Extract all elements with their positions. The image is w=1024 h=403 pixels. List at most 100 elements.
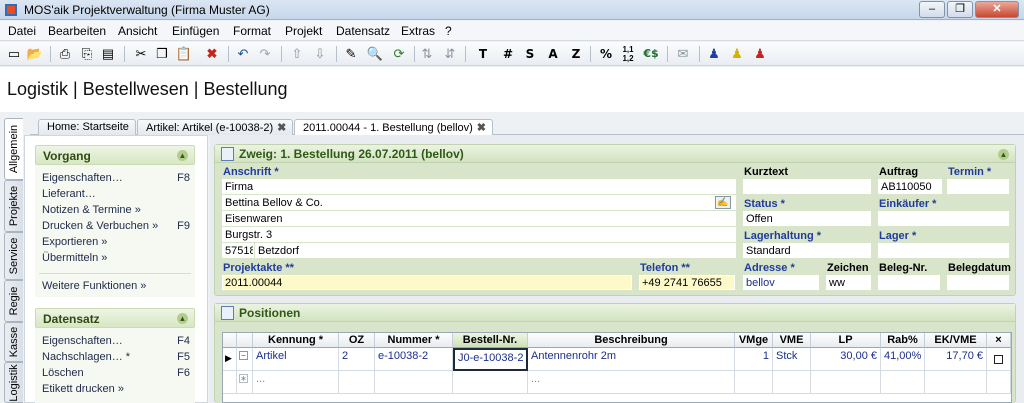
mail-icon[interactable]: ✉ [674,45,692,63]
paste-icon[interactable]: 📋 [175,45,193,63]
new-row-icon[interactable]: ∗ [237,371,253,394]
vtab-service[interactable]: Service [4,232,23,280]
einkaeufer-field[interactable] [878,211,1009,226]
anschrift-line-3[interactable]: Eisenwaren [222,211,736,226]
text-button[interactable]: T [474,45,492,63]
collapse-icon[interactable]: ▲ [998,149,1009,160]
arrow-up-icon[interactable]: ⇧ [288,45,306,63]
col-lp[interactable]: LP [811,333,881,348]
plz-field[interactable]: 57518 [222,243,254,258]
col-oz[interactable]: OZ [339,333,375,348]
vtab-allgemein[interactable]: Allgemein [4,118,23,180]
menu-extras[interactable]: Extras [401,24,435,38]
tab-bestellung[interactable]: 2011.00044 - 1. Bestellung (bellov) ✖ [294,119,494,136]
new-row-delete[interactable] [987,371,1011,394]
action-notizen[interactable]: Notizen & Termine » [42,204,141,216]
col-nummer[interactable]: Nummer * [375,333,453,348]
new-row-vme[interactable] [773,371,811,394]
vorgang-group-header[interactable]: Vorgang ▲ [35,145,195,165]
action-lieferant[interactable]: Lieferant… [42,188,96,200]
new-row-bestellnr[interactable] [453,371,528,394]
datensatz-group-header[interactable]: Datensatz ▲ [35,308,195,328]
row-pointer-icon[interactable]: ▶ [223,348,237,371]
refresh-icon[interactable]: ⟳ [390,45,408,63]
vtab-logistik[interactable]: Logistik [4,362,23,403]
z-button[interactable]: Z [567,45,585,63]
auftrag-field[interactable]: AB110050 [878,179,942,194]
action-eigenschaften[interactable]: Eigenschaften… [42,172,123,184]
new-row-beschreibung[interactable]: ... [528,371,735,394]
new-row-lp[interactable] [811,371,881,394]
zeichen-field[interactable]: ww [826,275,871,290]
arrow-down-icon[interactable]: ⇩ [311,45,329,63]
sum-button[interactable]: S [521,45,539,63]
cell-oz[interactable]: 2 [339,348,375,371]
collapse-icon[interactable]: ▲ [177,313,188,324]
new-document-icon[interactable]: ▭ [5,45,23,63]
action-uebermitteln[interactable]: Übermitteln » [42,252,107,264]
belegnr-field[interactable] [878,275,940,290]
vtab-projekte[interactable]: Projekte [4,180,23,232]
new-row-vmge[interactable] [735,371,773,394]
vtab-regie[interactable]: Regie [4,280,23,322]
print-preview-icon[interactable]: ⎘ [78,45,96,63]
tab-home[interactable]: Home: Startseite [38,119,136,135]
kurztext-field[interactable] [743,179,871,194]
a-button[interactable]: A [544,45,562,63]
telefon-field[interactable]: +49 2741 76655 [639,275,735,290]
close-button[interactable]: ✕ [975,1,1019,18]
decimals-icon[interactable]: 1,1 1,2 [619,45,637,63]
number-button[interactable]: # [499,45,517,63]
lager-field[interactable] [878,243,1009,258]
open-folder-icon[interactable]: 📂 [26,45,44,63]
print-icon[interactable]: ⎙ [56,45,74,63]
sort-za-icon[interactable]: ⇵ [441,45,459,63]
anschrift-line-2[interactable]: Bettina Bellov & Co. [222,195,736,210]
edit-pencil-icon[interactable]: ✎ [342,45,360,63]
action-exportieren[interactable]: Exportieren » [42,236,107,248]
anschrift-line-1[interactable]: Firma [222,179,736,194]
minimize-button[interactable]: – [919,1,945,18]
col-vme[interactable]: VME [773,333,811,348]
menu-einfuegen[interactable]: Einfügen [172,24,219,38]
cell-ek-vme[interactable]: 17,70 € [925,348,987,371]
col-ek-vme[interactable]: EK/VME [925,333,987,348]
cut-icon[interactable]: ✂ [132,45,150,63]
menu-datensatz[interactable]: Datensatz [336,24,390,38]
find-icon[interactable]: 🔍 [366,45,384,63]
user-blue-icon[interactable]: ♟ [705,45,723,63]
new-row-rabatt[interactable] [881,371,925,394]
cell-vmge[interactable]: 1 [735,348,773,371]
adresse-field[interactable]: bellov [743,275,819,290]
col-bestellnr[interactable]: Bestell-Nr. [453,333,528,348]
tab-artikel[interactable]: Artikel: Artikel (e-10038-2) ✖ [137,119,294,135]
col-rabatt[interactable]: Rab% [881,333,925,348]
menu-bearbeiten[interactable]: Bearbeiten [48,24,106,38]
maximize-button[interactable]: ❐ [947,1,973,18]
new-row-selector[interactable] [223,371,237,394]
vtab-kasse[interactable]: Kasse [4,322,23,362]
percent-button[interactable]: % [597,45,615,63]
menu-datei[interactable]: Datei [8,24,36,38]
close-tab-icon[interactable]: ✖ [477,122,486,134]
cell-vme[interactable]: Stck [773,348,811,371]
status-field[interactable]: Offen [743,211,871,226]
projektakte-field[interactable]: 2011.00044 [222,275,632,290]
col-kennung[interactable]: Kennung * [253,333,339,348]
preview-icon[interactable]: ▤ [99,45,117,63]
delete-icon[interactable]: ✖ [203,45,221,63]
menu-format[interactable]: Format [233,24,271,38]
cell-kennung[interactable]: Artikel [253,348,339,371]
anschrift-line-4[interactable]: Burgstr. 3 [222,227,736,242]
undo-icon[interactable]: ↶ [234,45,252,63]
user-red-icon[interactable]: ♟ [751,45,769,63]
cell-beschreibung[interactable]: Antennenrohr 2m [528,348,735,371]
col-delete[interactable]: × [987,333,1011,348]
col-beschreibung[interactable]: Beschreibung [528,333,735,348]
action-loeschen[interactable]: Löschen [42,367,84,379]
action-nachschlagen[interactable]: Nachschlagen… * [42,351,130,363]
redo-icon[interactable]: ↷ [256,45,274,63]
action-drucken[interactable]: Drucken & Verbuchen » [42,220,158,232]
new-row-ek[interactable] [925,371,987,394]
signature-icon[interactable]: ✍ [715,196,731,209]
